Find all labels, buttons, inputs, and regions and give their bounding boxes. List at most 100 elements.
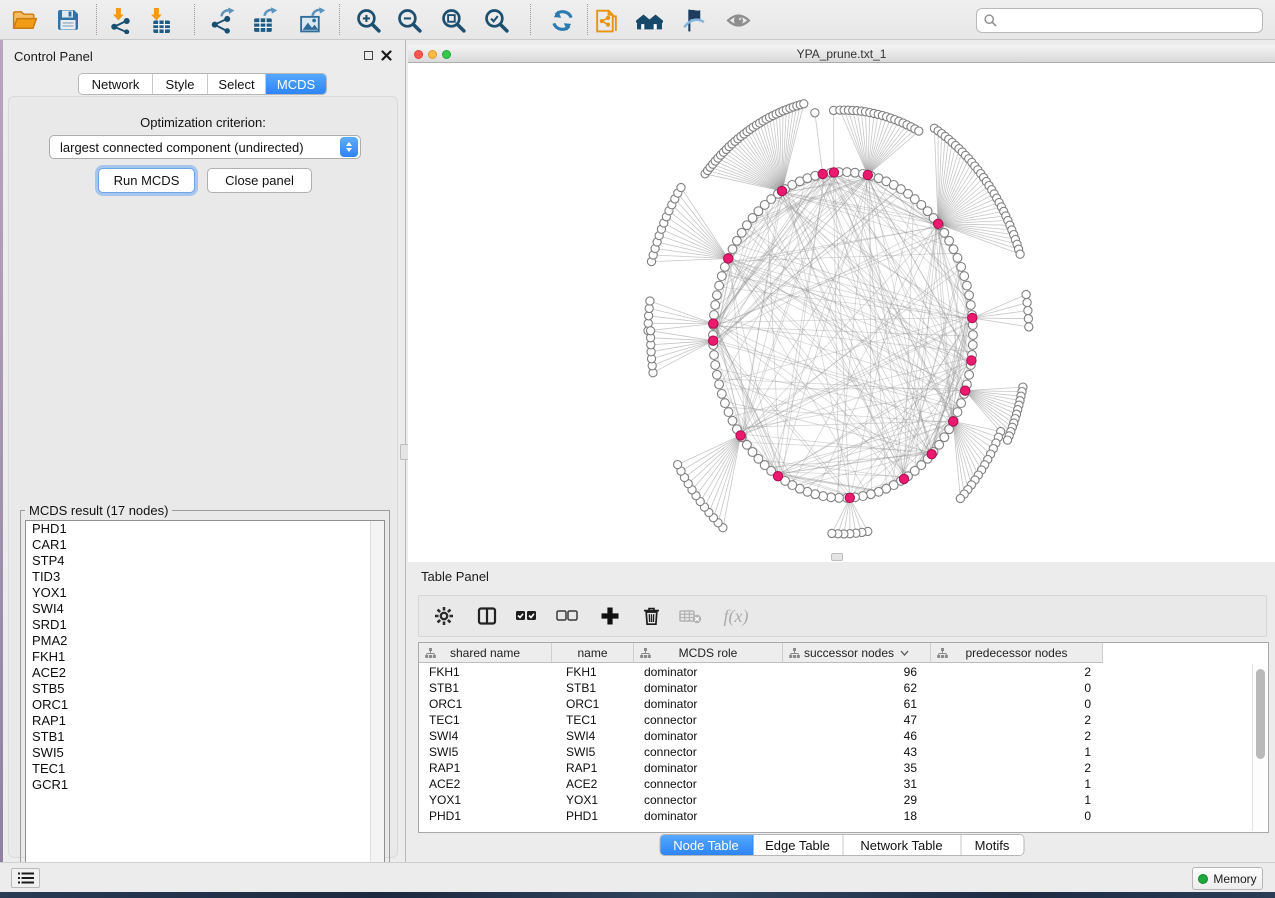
share-document-icon[interactable]: [590, 5, 622, 35]
table-row[interactable]: STB1STB1dominator620: [419, 680, 1103, 696]
delete-table-icon[interactable]: [677, 603, 703, 629]
mcds-result-item[interactable]: GCR1: [26, 777, 384, 793]
cell-role: dominator: [634, 664, 783, 680]
table-row[interactable]: TEC1TEC1connector472: [419, 712, 1103, 728]
cell-predecessors: 1: [931, 744, 1103, 760]
tab-edge-table[interactable]: Edge Table: [753, 835, 843, 855]
table-scrollbar-thumb[interactable]: [1256, 669, 1265, 759]
mcds-result-item[interactable]: PMA2: [26, 633, 384, 649]
tab-select[interactable]: Select: [208, 74, 266, 94]
cell-name: ACE2: [552, 776, 634, 792]
table-row[interactable]: SWI5SWI5connector431: [419, 744, 1103, 760]
mcds-result-item[interactable]: TID3: [26, 569, 384, 585]
zoom-in-icon[interactable]: [352, 5, 384, 35]
tab-node-table[interactable]: Node Table: [660, 835, 753, 855]
tab-style[interactable]: Style: [153, 74, 208, 94]
cell-shared_name: ORC1: [419, 696, 552, 712]
horizontal-splitter-handle[interactable]: [831, 553, 843, 561]
column-header-predecessor-nodes[interactable]: predecessor nodes: [931, 643, 1103, 663]
refresh-icon[interactable]: [546, 5, 578, 35]
mcds-result-item[interactable]: ACE2: [26, 665, 384, 681]
table-row[interactable]: YOX1YOX1connector291: [419, 792, 1103, 808]
cell-successors: 29: [783, 792, 931, 808]
delete-column-trash-icon[interactable]: [638, 603, 664, 629]
cell-predecessors: 0: [931, 680, 1103, 696]
table-row[interactable]: RAP1RAP1dominator352: [419, 760, 1103, 776]
zoom-selected-icon[interactable]: [480, 5, 512, 35]
memory-status-icon: [1198, 874, 1208, 884]
import-table-icon[interactable]: [142, 5, 174, 35]
optimization-criterion-select[interactable]: largest connected component (undirected): [49, 135, 361, 159]
mcds-result-item[interactable]: SRD1: [26, 617, 384, 633]
mcds-result-item[interactable]: TEC1: [26, 761, 384, 777]
table-scrollbar[interactable]: [1252, 664, 1267, 831]
deselect-all-rows-icon[interactable]: [554, 603, 580, 629]
mcds-result-item[interactable]: SWI4: [26, 601, 384, 617]
table-toolbar: f(x): [418, 595, 1267, 637]
open-folder-icon[interactable]: [8, 5, 40, 35]
table-row[interactable]: ORC1ORC1dominator610: [419, 696, 1103, 712]
status-bar: Memory: [0, 862, 1275, 892]
table-row[interactable]: FKH1FKH1dominator962: [419, 664, 1103, 680]
search-input[interactable]: [1002, 14, 1255, 28]
run-mcds-button[interactable]: Run MCDS: [98, 168, 195, 193]
table-row[interactable]: SWI4SWI4dominator462: [419, 728, 1103, 744]
cell-name: SWI4: [552, 728, 634, 744]
function-builder-icon[interactable]: f(x): [716, 603, 756, 629]
first-neighbors-icon[interactable]: [633, 5, 665, 35]
mcds-list-scrollbar[interactable]: [370, 521, 384, 867]
task-history-button[interactable]: [11, 868, 40, 888]
desktop-edge-bottom: [0, 892, 1275, 898]
mcds-result-item[interactable]: ORC1: [26, 697, 384, 713]
cell-shared_name: STB1: [419, 680, 552, 696]
cell-successors: 35: [783, 760, 931, 776]
float-window-icon[interactable]: [364, 51, 373, 60]
network-window-titlebar[interactable]: YPA_prune.txt_1: [408, 45, 1275, 63]
search-icon: [984, 14, 997, 27]
import-network-icon[interactable]: [104, 5, 136, 35]
mcds-result-item[interactable]: PHD1: [26, 521, 384, 537]
mcds-result-item[interactable]: YOX1: [26, 585, 384, 601]
zoom-out-icon[interactable]: [393, 5, 425, 35]
mcds-result-item[interactable]: STB1: [26, 729, 384, 745]
select-all-rows-icon[interactable]: [513, 603, 539, 629]
table-settings-gear-icon[interactable]: [431, 603, 457, 629]
cell-predecessors: 2: [931, 728, 1103, 744]
mcds-result-item[interactable]: STB5: [26, 681, 384, 697]
add-column-icon[interactable]: [597, 603, 623, 629]
export-table-icon[interactable]: [248, 5, 280, 35]
export-network-icon[interactable]: [205, 5, 237, 35]
column-header-successor-nodes[interactable]: successor nodes: [783, 643, 931, 663]
show-hide-icon[interactable]: [722, 5, 754, 35]
table-row[interactable]: ACE2ACE2connector311: [419, 776, 1103, 792]
mcds-result-item[interactable]: SWI5: [26, 745, 384, 761]
hide-annotations-icon[interactable]: [677, 5, 709, 35]
cell-successors: 46: [783, 728, 931, 744]
mcds-result-item[interactable]: STP4: [26, 553, 384, 569]
cell-successors: 43: [783, 744, 931, 760]
list-icon: [18, 872, 34, 884]
cell-name: RAP1: [552, 760, 634, 776]
column-header-MCDS-role[interactable]: MCDS role: [634, 643, 783, 663]
column-header-name[interactable]: name: [552, 643, 634, 663]
tab-mcds[interactable]: MCDS: [266, 74, 326, 94]
mcds-result-item[interactable]: FKH1: [26, 649, 384, 665]
zoom-fit-icon[interactable]: [437, 5, 469, 35]
cell-name: SWI5: [552, 744, 634, 760]
close-panel-button[interactable]: Close panel: [207, 168, 312, 193]
mcds-result-list[interactable]: PHD1CAR1STP4TID3YOX1SWI4SRD1PMA2FKH1ACE2…: [25, 520, 385, 868]
column-header-shared-name[interactable]: shared name: [419, 643, 552, 663]
tab-network[interactable]: Network: [79, 74, 153, 94]
network-graph-canvas[interactable]: [408, 63, 1275, 562]
table-row[interactable]: PHD1PHD1dominator180: [419, 808, 1103, 824]
export-image-icon[interactable]: [295, 5, 327, 35]
mcds-result-item[interactable]: RAP1: [26, 713, 384, 729]
mcds-result-item[interactable]: CAR1: [26, 537, 384, 553]
memory-button[interactable]: Memory: [1192, 867, 1263, 890]
show-columns-icon[interactable]: [474, 603, 500, 629]
save-session-icon[interactable]: [52, 5, 84, 35]
tab-network-table[interactable]: Network Table: [843, 835, 961, 855]
tab-motifs[interactable]: Motifs: [961, 835, 1023, 855]
close-panel-icon[interactable]: [381, 50, 392, 61]
search-box[interactable]: [976, 8, 1263, 33]
